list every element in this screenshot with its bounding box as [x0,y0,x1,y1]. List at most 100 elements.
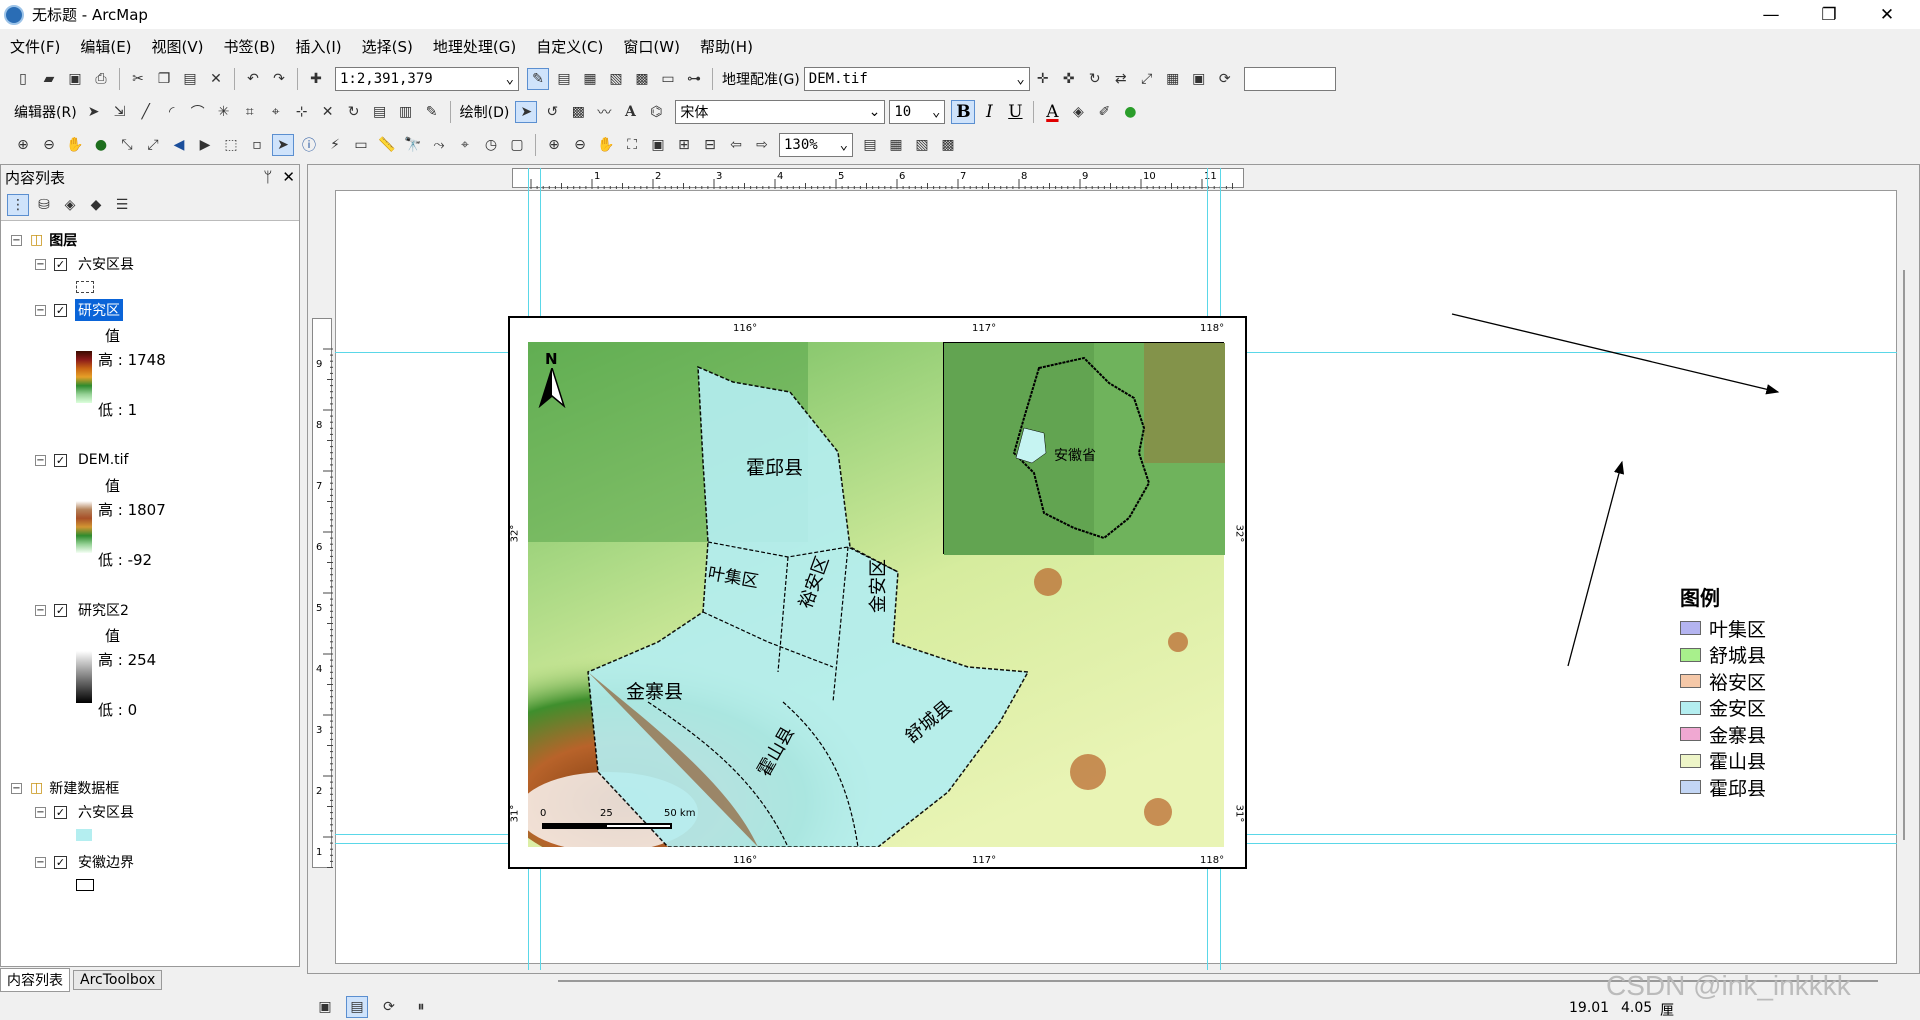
print-icon[interactable]: ⎙ [90,68,112,90]
sketch-properties-icon[interactable]: ▥ [395,101,417,123]
list-by-selection-icon[interactable]: ◆ [85,194,107,216]
line-color-icon[interactable]: ✐ [1093,101,1115,123]
bold-button[interactable]: B [951,100,976,124]
straight-segment-icon[interactable]: ╱ [135,101,157,123]
toc-close-icon[interactable]: ✕ [282,168,295,186]
collapse-icon[interactable]: − [35,304,46,316]
save-icon[interactable]: ▣ [64,68,86,90]
font-name-select[interactable]: 宋体 ⌄ [675,100,886,124]
viewer-icon[interactable]: ▣ [1188,68,1210,90]
menu-geoprocessing[interactable]: 地理处理(G) [423,36,526,57]
trace-icon[interactable]: ⌒ [187,101,209,123]
font-size-select[interactable]: 10 ⌄ [889,100,946,124]
layout-zoom-in-icon[interactable]: ⊕ [543,134,565,156]
fixed-zoom-in-layout-icon[interactable]: ⊞ [673,134,695,156]
layer-node-dem[interactable]: − ✓ DEM.tif [35,449,131,471]
split-icon[interactable]: ✕ [317,101,339,123]
fixed-zoom-out-layout-icon[interactable]: ⊟ [699,134,721,156]
inset-map[interactable]: 安徽省 [943,342,1225,555]
layer-node-anhui-boundary[interactable]: − ✓ 安徽边界 [35,851,137,873]
menu-customize[interactable]: 自定义(C) [526,36,613,57]
zoom-out-icon[interactable]: ⊖ [38,134,60,156]
zoom-100-icon[interactable]: ▣ [647,134,669,156]
edit-annotation-icon[interactable]: ⇲ [109,101,131,123]
layer-checkbox[interactable]: ✓ [54,805,67,819]
shift-icon[interactable]: ⇄ [1110,68,1132,90]
change-layout-icon[interactable]: ▧ [911,134,933,156]
measure-icon[interactable]: 📏 [376,134,398,156]
time-slider-icon[interactable]: ◷ [480,134,502,156]
catalog-icon[interactable]: ▦ [579,68,601,90]
undo-icon[interactable]: ↶ [242,68,264,90]
collapse-icon[interactable]: − [35,604,46,616]
vertical-ruler[interactable]: 9 8 7 6 5 4 3 2 1 [312,318,333,899]
layout-view-icon[interactable]: ▤ [346,996,368,1018]
edit-vertices-draw-icon[interactable]: ⌬ [645,101,667,123]
line-drawing-icon[interactable]: 〰 [593,101,615,123]
text-icon[interactable]: A [619,101,641,123]
auto-registration-icon[interactable]: ✜ [1058,68,1080,90]
forward-extent-icon[interactable]: ▶ [194,134,216,156]
rotate-dropdown-icon[interactable]: ⟳ [1214,68,1236,90]
collapse-icon[interactable]: − [35,806,46,818]
model-builder-icon[interactable]: ⊶ [683,68,705,90]
map-legend[interactable]: 图例 叶集区 舒城县 裕安区 金安区 金寨县 霍山县 霍邱县 [1680,582,1790,801]
restore-button[interactable]: ❐ [1800,0,1858,29]
cut-polygons-icon[interactable]: ⊹ [291,101,313,123]
map-scale-select[interactable]: 1:2,391,379 ⌄ [335,67,519,91]
toc-options-icon[interactable]: ☰ [111,194,133,216]
rotate-icon[interactable]: ↻ [1084,68,1106,90]
reshape-icon[interactable]: ⌖ [265,101,287,123]
menu-view[interactable]: 视图(V) [142,36,214,57]
close-window-button[interactable]: ✕ [1858,0,1916,29]
editor-toolbar-icon[interactable]: ✎ [527,68,549,90]
marker-color-icon[interactable]: ● [1119,101,1141,123]
cut-icon[interactable]: ✂ [127,68,149,90]
new-document-icon[interactable]: ▯ [12,68,34,90]
menu-selection[interactable]: 选择(S) [352,36,423,57]
create-features-icon[interactable]: ✎ [421,101,443,123]
redo-icon[interactable]: ↷ [268,68,290,90]
select-element-pointer-icon[interactable]: ➤ [272,134,294,156]
collapse-icon[interactable]: − [35,856,46,868]
menu-help[interactable]: 帮助(H) [690,36,763,57]
attributes-icon[interactable]: ▤ [369,101,391,123]
layer-checkbox[interactable]: ✓ [54,855,67,869]
add-control-points-icon[interactable]: ✛ [1032,68,1054,90]
zoom-whole-page-icon[interactable]: ▩ [567,101,589,123]
minimize-button[interactable]: — [1742,0,1800,29]
font-color-icon[interactable]: A [1040,100,1064,124]
zoom-whole-page-layout-icon[interactable]: ⛶ [621,134,643,156]
collapse-icon[interactable]: − [11,782,22,794]
data-view-icon[interactable]: ▣ [314,996,336,1018]
pin-icon[interactable]: ᛘ [263,168,272,186]
menu-insert[interactable]: 插入(I) [286,36,352,57]
zoom-in-icon[interactable]: ⊕ [12,134,34,156]
menu-bookmarks[interactable]: 书签(B) [214,36,286,57]
python-icon[interactable]: ▭ [657,68,679,90]
pause-drawing-icon[interactable]: ⏸ [410,996,432,1018]
layer-checkbox[interactable]: ✓ [54,453,67,467]
editor-menu[interactable]: 编辑器(R) [10,102,81,122]
underline-button[interactable]: U [1003,100,1027,124]
list-by-drawing-order-icon[interactable]: ⋮ [7,193,29,216]
select-features-icon[interactable]: ⬚ [220,134,242,156]
layer-node-luan[interactable]: − ✓ 六安区县 [35,253,137,275]
layer-node-study-area[interactable]: − ✓ 研究区 [35,299,123,321]
go-to-xy-icon[interactable]: ⌖ [454,134,476,156]
layout-zoom-out-icon[interactable]: ⊖ [569,134,591,156]
pan-icon[interactable]: ✋ [64,134,86,156]
clear-selection-icon[interactable]: ▫ [246,134,268,156]
georef-layer-select[interactable]: DEM.tif ⌄ [803,67,1030,91]
data-driven-pages-icon[interactable]: ▩ [937,134,959,156]
vertical-scrollbar[interactable] [1903,270,1905,840]
identify-icon[interactable]: ⓘ [298,134,320,156]
delete-icon[interactable]: ✕ [205,68,227,90]
collapse-icon[interactable]: − [11,234,22,246]
end-point-arc-icon[interactable]: ◜ [161,101,183,123]
layout-pan-icon[interactable]: ✋ [595,134,617,156]
open-folder-icon[interactable]: ▰ [38,68,60,90]
menu-edit[interactable]: 编辑(E) [70,36,141,57]
italic-button[interactable]: I [977,100,1001,124]
fixed-zoom-in-icon[interactable]: ⤡ [116,134,138,156]
